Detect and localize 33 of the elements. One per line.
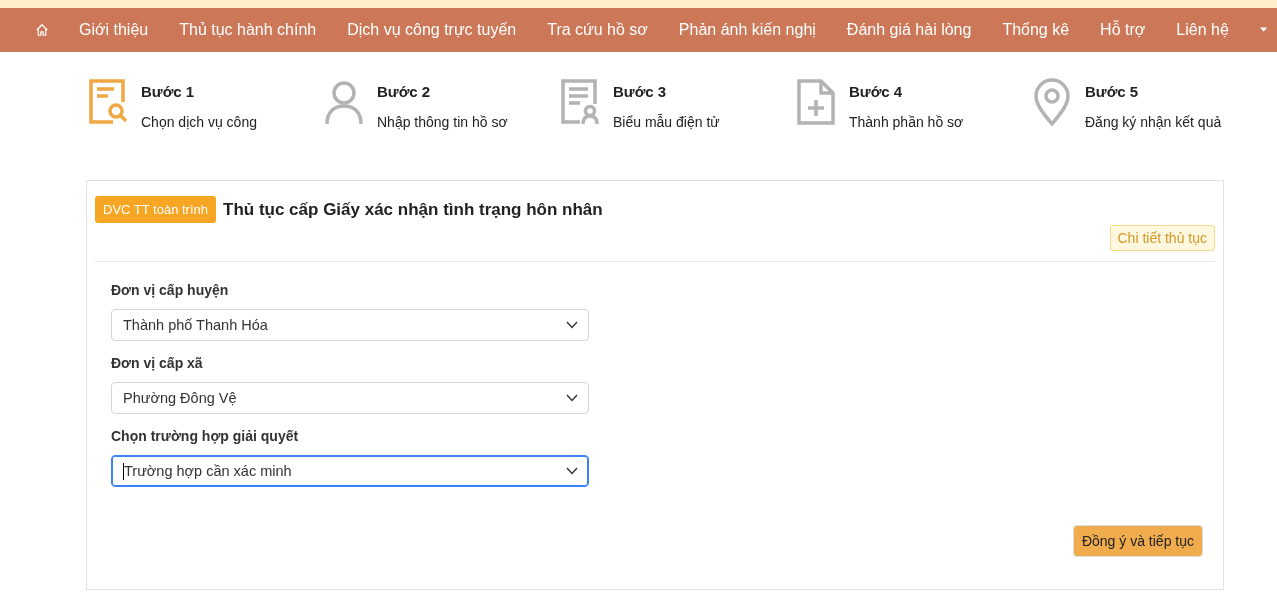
nav-link[interactable]: Giới thiệu [79,21,149,39]
chevron-down-icon [566,467,578,475]
step-label: Chọn dịch vụ công [141,113,258,132]
dropdown-field[interactable]: Trường hợp cần xác minh [111,455,589,487]
step-title: Bước 1 [141,82,196,102]
nav-link[interactable]: Phản ánh kiến nghị [678,21,816,39]
agree-continue-button[interactable]: Đồng ý và tiếp tục [1072,525,1203,557]
procedure-title: Thủ tục cấp Giấy xác nhận tình trạng hôn nhân [223,199,603,220]
nav-link[interactable]: Liên hệ [1176,21,1229,39]
dropdown-field[interactable]: Phường Đông Vệ [111,382,589,414]
step-title: Bước 5 [1085,82,1140,102]
step-title: Bước 4 [849,82,904,102]
step-title: Bước 2 [377,82,432,102]
caret-icon[interactable] [1259,26,1267,34]
nav-link[interactable]: Dịch vụ công trực tuyến [347,21,517,39]
step-label: Biểu mẫu điện tử [613,113,721,132]
step-label: Đăng ký nhận kết quả [1085,113,1223,132]
chevron-down-icon [566,321,578,329]
step-title: Bước 3 [613,82,668,102]
details-button[interactable]: Chi tiết thủ tục [1109,225,1215,251]
nav-link[interactable]: Tra cứu hồ sơ [547,21,648,39]
nav-link[interactable]: Hỗ trợ [1100,21,1146,39]
field-label: Chọn trường hợp giải quyết [111,428,300,444]
step-label: Thành phần hồ sơ [849,113,965,132]
service-badge: DVC TT toàn trình [95,196,216,223]
dropdown-field[interactable]: Thành phố Thanh Hóa [111,309,589,341]
field-label: Đơn vị cấp huyện [111,282,230,298]
field-label: Đơn vị cấp xã [111,355,204,371]
chevron-down-icon [566,394,578,402]
step-label: Nhập thông tin hồ sơ [377,113,509,132]
nav-link[interactable]: Thủ tục hành chính [179,21,317,39]
nav-link[interactable]: Đánh giá hài lòng [846,21,972,39]
nav-link[interactable]: Thống kê [1002,21,1070,39]
